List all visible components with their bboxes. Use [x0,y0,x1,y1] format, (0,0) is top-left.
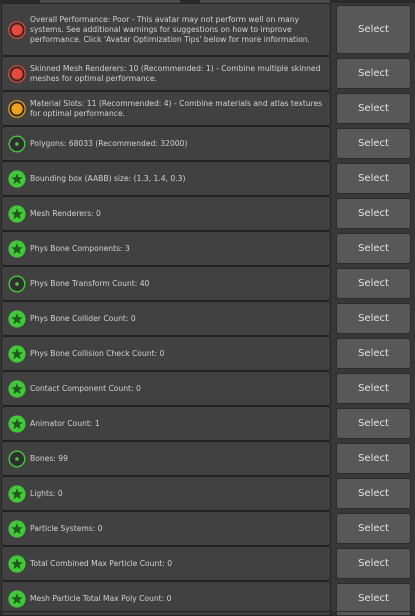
performance-message-text: Phys Bone Transform Count: 40 [30,278,150,288]
select-button[interactable]: Select [336,198,411,229]
performance-row: Phys Bone Collision Check Count: 0 Select [0,336,415,371]
green-star-icon [8,414,26,433]
performance-row: Phys Bone Transform Count: 40 Select [0,266,415,301]
performance-row: Contact Component Count: 0 Select [0,371,415,406]
performance-row: Phys Bone Collider Count: 0 Select [0,301,415,336]
performance-message: Material Slots: 11 (Recommended: 4) - Co… [1,91,331,126]
next-row-message-edge [1,611,331,616]
select-button[interactable]: Select [336,583,411,614]
performance-message: Bones: 99 [1,441,331,476]
select-button[interactable]: Select [336,478,411,509]
select-button[interactable]: Select [336,303,411,334]
performance-message-text: Bones: 99 [30,453,68,463]
select-button[interactable]: Select [336,93,411,124]
next-row-button-edge[interactable] [336,611,411,616]
green-star-icon [8,309,26,328]
performance-row: Particle Systems: 0 Select [0,511,415,546]
select-button[interactable]: Select [336,408,411,439]
performance-message: Bounding box (AABB) size: (1.3, 1.4, 0.3… [1,161,331,196]
performance-row: Bones: 99 Select [0,441,415,476]
performance-row: Skinned Mesh Renderers: 10 (Recommended:… [0,56,415,91]
green-ring-icon [8,449,26,468]
performance-message-text: Polygons: 68033 (Recommended: 32000) [30,138,188,148]
select-button[interactable]: Select [336,373,411,404]
performance-message: Phys Bone Collider Count: 0 [1,301,331,336]
performance-row: Overall Performance: Poor - This avatar … [0,3,415,56]
performance-row: Bounding box (AABB) size: (1.3, 1.4, 0.3… [0,161,415,196]
green-star-icon [8,169,26,188]
green-star-icon [8,589,26,608]
orange-circle-icon [8,99,26,118]
performance-message: Phys Bone Collision Check Count: 0 [1,336,331,371]
green-star-icon [8,554,26,573]
next-row-partial [0,611,415,616]
green-star-icon [8,239,26,258]
performance-message-text: Material Slots: 11 (Recommended: 4) - Co… [30,98,323,118]
green-ring-icon [8,274,26,293]
select-button[interactable]: Select [336,548,411,579]
performance-message: Phys Bone Components: 3 [1,231,331,266]
performance-message: Contact Component Count: 0 [1,371,331,406]
performance-message-text: Bounding box (AABB) size: (1.3, 1.4, 0.3… [30,173,186,183]
red-circle-icon [8,64,26,83]
performance-message: Mesh Renderers: 0 [1,196,331,231]
green-star-icon [8,519,26,538]
green-star-icon [8,379,26,398]
performance-message-text: Mesh Particle Total Max Poly Count: 0 [30,593,172,603]
green-star-icon [8,484,26,503]
select-button[interactable]: Select [336,268,411,299]
performance-message: Animator Count: 1 [1,406,331,441]
select-button[interactable]: Select [336,338,411,369]
performance-message-text: Contact Component Count: 0 [30,383,141,393]
performance-message: Overall Performance: Poor - This avatar … [1,3,331,56]
performance-row: Total Combined Max Particle Count: 0 Sele… [0,546,415,581]
performance-row: Lights: 0 Select [0,476,415,511]
performance-message-text: Total Combined Max Particle Count: 0 [30,558,173,568]
select-button[interactable]: Select [336,163,411,194]
performance-message-text: Mesh Renderers: 0 [30,208,101,218]
performance-message-text: Animator Count: 1 [30,418,100,428]
performance-row: Phys Bone Components: 3 Select [0,231,415,266]
performance-message-text: Skinned Mesh Renderers: 10 (Recommended:… [30,63,321,83]
select-button[interactable]: Select [336,128,411,159]
performance-message-text: Particle Systems: 0 [30,523,103,533]
red-circle-icon [8,20,26,39]
performance-message: Phys Bone Transform Count: 40 [1,266,331,301]
performance-list: Overall Performance: Poor - This avatar … [0,3,415,616]
select-button[interactable]: Select [336,443,411,474]
performance-message-text: Overall Performance: Poor - This avatar … [30,14,310,44]
green-ring-icon [8,134,26,153]
select-button[interactable]: Select [336,513,411,544]
performance-row: Mesh Renderers: 0 Select [0,196,415,231]
performance-message: Skinned Mesh Renderers: 10 (Recommended:… [1,56,331,91]
performance-message: Total Combined Max Particle Count: 0 [1,546,331,581]
select-button[interactable]: Select [336,58,411,89]
green-star-icon [8,204,26,223]
performance-message: Particle Systems: 0 [1,511,331,546]
select-button[interactable]: Select [336,5,411,54]
select-button[interactable]: Select [336,233,411,264]
green-star-icon [8,344,26,363]
performance-message: Polygons: 68033 (Recommended: 32000) [1,126,331,161]
performance-message: Lights: 0 [1,476,331,511]
performance-row: Polygons: 68033 (Recommended: 32000) Sele… [0,126,415,161]
performance-row: Animator Count: 1 Select [0,406,415,441]
performance-row: Material Slots: 11 (Recommended: 4) - Co… [0,91,415,126]
performance-message-text: Phys Bone Collider Count: 0 [30,313,136,323]
performance-message-text: Phys Bone Components: 3 [30,243,130,253]
performance-message-text: Lights: 0 [30,488,63,498]
performance-message-text: Phys Bone Collision Check Count: 0 [30,348,165,358]
